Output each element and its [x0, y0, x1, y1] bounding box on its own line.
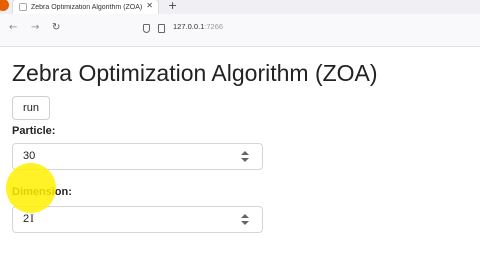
particle-label: Particle: [12, 125, 56, 137]
url-bar[interactable]: 127.0.0.1:7266 [173, 22, 223, 31]
spinner-up-icon[interactable] [241, 151, 249, 155]
cursor-highlight [6, 163, 56, 213]
spinner-down-icon[interactable] [241, 158, 249, 162]
dimension-value: 2 [23, 213, 30, 225]
dimension-input[interactable]: 2 [12, 206, 263, 233]
navigation-bar: ← → ↻ 127.0.0.1:7266 [0, 14, 480, 47]
browser-tab[interactable]: Zebra Optimization Algorithm (ZOA) ✕ [13, 0, 158, 14]
url-host: 127.0.0.1 [173, 22, 205, 31]
page-content: Zebra Optimization Algorithm (ZOA) run P… [0, 47, 480, 270]
close-icon[interactable]: ✕ [146, 1, 153, 10]
back-arrow-icon[interactable]: ← [9, 22, 17, 33]
forward-arrow-icon[interactable]: → [31, 22, 39, 33]
particle-value: 30 [23, 150, 36, 162]
browser-logo-icon[interactable] [0, 0, 9, 11]
tab-title: Zebra Optimization Algorithm (ZOA) [31, 3, 143, 11]
url-port: :7266 [204, 22, 224, 31]
particle-input[interactable]: 30 [12, 143, 263, 170]
page-title: Zebra Optimization Algorithm (ZOA) [12, 60, 378, 86]
plus-icon[interactable]: + [168, 0, 177, 12]
particle-spinner[interactable] [240, 151, 250, 163]
reload-icon[interactable]: ↻ [52, 22, 60, 33]
text-cursor-icon: I [30, 211, 34, 225]
run-button[interactable]: run [12, 96, 50, 120]
spinner-up-icon[interactable] [241, 214, 249, 218]
page-icon[interactable] [158, 24, 165, 33]
spinner-down-icon[interactable] [241, 221, 249, 225]
dimension-spinner[interactable] [240, 214, 250, 226]
tab-strip: Zebra Optimization Algorithm (ZOA) ✕ + [0, 0, 480, 14]
shield-icon[interactable] [143, 24, 150, 33]
favicon-icon [19, 3, 27, 11]
